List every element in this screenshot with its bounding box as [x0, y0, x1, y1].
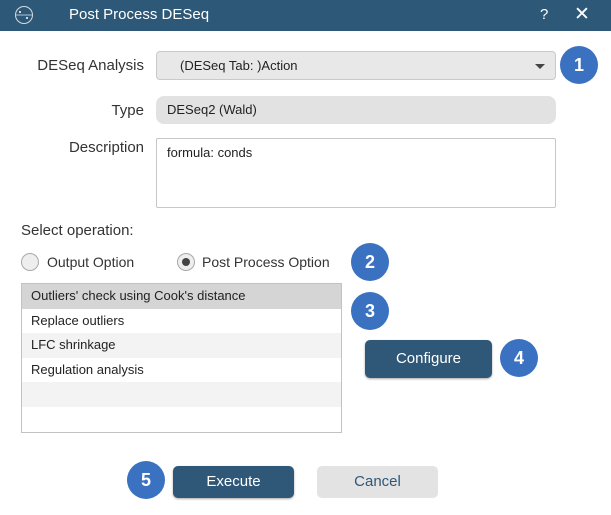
analysis-label: DESeq Analysis: [37, 57, 144, 74]
configure-button[interactable]: Configure: [365, 340, 492, 378]
analysis-selected-value: (DESeq Tab: )Action: [180, 58, 298, 73]
step-badge-2: 2: [351, 243, 389, 281]
step-badge-5: 5: [127, 461, 165, 499]
empty-list-row: [22, 382, 341, 407]
cancel-button[interactable]: Cancel: [317, 466, 438, 498]
execute-button[interactable]: Execute: [173, 466, 294, 498]
step-badge-3: 3: [351, 292, 389, 330]
list-item[interactable]: Outliers' check using Cook's distance: [22, 284, 341, 309]
help-button[interactable]: ?: [540, 6, 548, 23]
post-process-option-label[interactable]: Post Process Option: [202, 254, 330, 270]
type-field: DESeq2 (Wald): [156, 96, 556, 124]
output-option-label[interactable]: Output Option: [47, 254, 134, 270]
description-textarea[interactable]: formula: conds: [156, 138, 556, 208]
description-label: Description: [68, 139, 144, 156]
post-process-option-radio[interactable]: [177, 253, 195, 271]
select-operation-heading: Select operation:: [21, 222, 134, 239]
output-option-radio[interactable]: [21, 253, 39, 271]
dropdown-caret-icon: [535, 64, 545, 69]
window-title: Post Process DESeq: [69, 6, 210, 23]
close-button[interactable]: ✕: [574, 3, 590, 26]
step-badge-1: 1: [560, 46, 598, 84]
analysis-dropdown[interactable]: (DESeq Tab: )Action: [156, 51, 556, 80]
list-item[interactable]: Regulation analysis: [22, 358, 341, 383]
title-bar: Post Process DESeq ? ✕: [0, 0, 611, 31]
step-badge-4: 4: [500, 339, 538, 377]
operation-list[interactable]: Outliers' check using Cook's distance Re…: [21, 283, 342, 433]
type-value: DESeq2 (Wald): [167, 102, 257, 117]
list-item[interactable]: Replace outliers: [22, 309, 341, 334]
type-label: Type: [111, 102, 144, 119]
list-item[interactable]: LFC shrinkage: [22, 333, 341, 358]
app-logo-icon: [15, 6, 33, 24]
